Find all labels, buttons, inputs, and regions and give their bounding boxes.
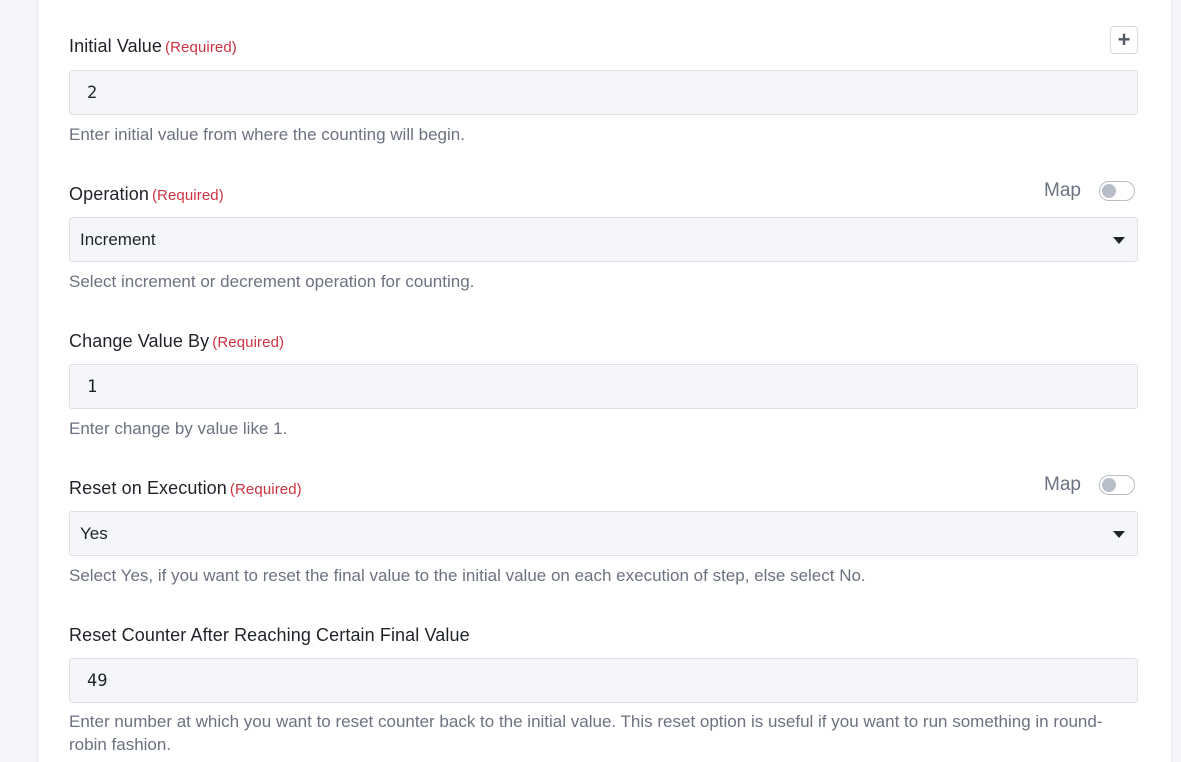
toggle-knob [1102,478,1116,492]
help-text: Select increment or decrement operation … [69,272,475,291]
reset-counter-field: Reset Counter After Reaching Certain Fin… [69,625,1138,756]
help-text: Enter change by value like 1. [69,419,288,438]
map-toggle[interactable] [1099,181,1135,201]
initial-value-field: Initial Value (Required) + 2 Enter initia… [69,26,1138,146]
required-tag: (Required) [212,334,285,351]
field-label: Reset on Execution (Required) [69,478,302,498]
map-label: Map [1044,474,1081,495]
reset-on-execution-field: Reset on Execution (Required) Map Yes Sel… [69,474,1138,587]
operation-field: Operation (Required) Map Increment Select… [69,180,1138,293]
help-text: Enter initial value from where the count… [69,125,465,144]
change-value-input[interactable]: 1 [69,364,1138,409]
map-toggle[interactable] [1099,475,1135,495]
field-label: Initial Value (Required) [69,36,237,56]
caret-down-icon [1113,531,1125,538]
required-tag: (Required) [229,481,302,498]
field-label: Reset Counter After Reaching Certain Fin… [69,625,470,645]
help-text: Select Yes, if you want to reset the fin… [69,566,866,585]
add-button[interactable]: + [1110,26,1138,54]
operation-select[interactable]: Increment [69,217,1138,262]
label-row: Operation (Required) Map [69,180,1138,210]
label-row: Reset Counter After Reaching Certain Fin… [69,625,1138,651]
field-label: Operation (Required) [69,184,224,204]
change-value-by-field: Change Value By (Required) 1 Enter change… [69,331,1138,440]
plus-icon: + [1117,27,1131,52]
toggle-knob [1102,184,1116,198]
form-panel: Initial Value (Required) + 2 Enter initia… [37,0,1172,762]
required-tag: (Required) [165,39,237,56]
initial-value-input[interactable]: 2 [69,70,1138,115]
reset-on-execution-select[interactable]: Yes [69,511,1138,556]
reset-counter-input[interactable]: 49 [69,658,1138,703]
label-row: Reset on Execution (Required) Map [69,474,1138,504]
map-label: Map [1044,180,1081,201]
field-label: Change Value By (Required) [69,331,285,351]
required-tag: (Required) [151,187,224,204]
label-row: Change Value By (Required) [69,331,1138,357]
help-text: Enter number at which you want to reset … [69,712,1103,754]
label-row: Initial Value (Required) + [69,26,1138,62]
map-toggle-group: Map [1044,474,1135,496]
caret-down-icon [1113,237,1125,244]
map-toggle-group: Map [1044,180,1135,202]
